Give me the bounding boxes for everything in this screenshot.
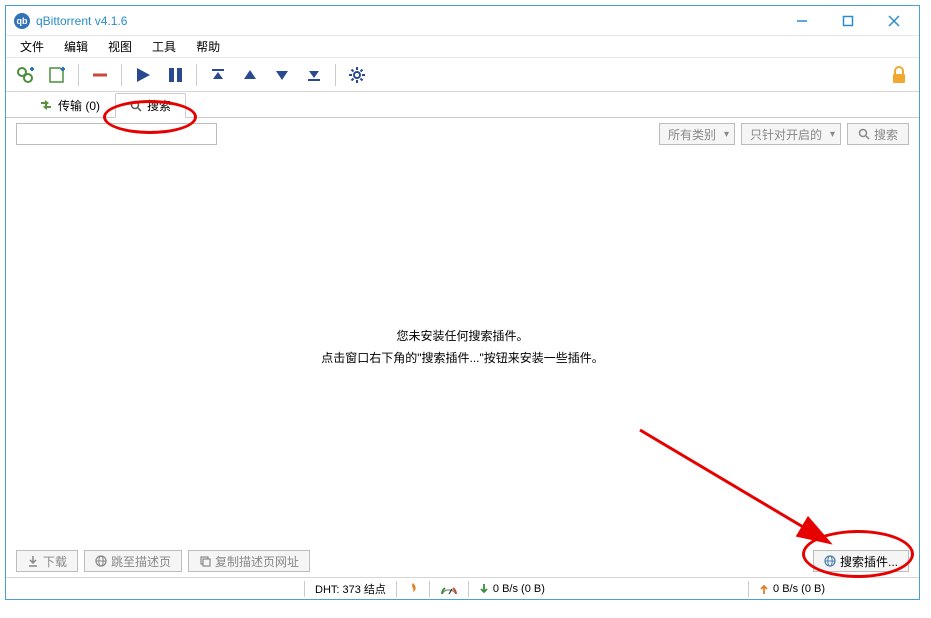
menu-tools[interactable]: 工具: [142, 36, 186, 57]
toolbar-separator: [121, 64, 122, 86]
copy-desc-url-label: 复制描述页网址: [215, 553, 299, 570]
settings-button[interactable]: [344, 62, 370, 88]
tabbar: 传输 (0) 搜索: [6, 92, 919, 118]
menu-edit[interactable]: 编辑: [54, 36, 98, 57]
transfer-icon: [39, 99, 53, 111]
download-label: 下载: [43, 553, 67, 570]
upload-arrow-icon: [759, 583, 769, 595]
category-value: 所有类别: [668, 126, 716, 143]
search-row: 所有类别 只针对开启的 搜索: [6, 118, 919, 150]
window-controls: [779, 6, 917, 36]
move-down-button[interactable]: [269, 62, 295, 88]
goto-description-button[interactable]: 跳至描述页: [84, 550, 182, 572]
tab-transfer-label: 传输 (0): [58, 97, 100, 114]
add-torrent-button[interactable]: [44, 62, 70, 88]
titlebar: qb qBittorrent v4.1.6: [6, 6, 919, 36]
download-speed-text: 0 B/s (0 B): [493, 583, 545, 595]
window-title: qBittorrent v4.1.6: [36, 14, 779, 28]
menubar: 文件 编辑 视图 工具 帮助: [6, 36, 919, 58]
copy-description-url-button[interactable]: 复制描述页网址: [188, 550, 310, 572]
app-icon: qb: [14, 13, 30, 29]
move-top-button[interactable]: [205, 62, 231, 88]
empty-message: 您未安装任何搜索插件。 点击窗口右下角的"搜索插件..."按钮来安装一些插件。: [321, 326, 604, 369]
close-button[interactable]: [871, 6, 917, 36]
gauge-icon: [440, 583, 458, 595]
statusbar: DHT: 373 结点 0 B/s (0 B) 0 B/s (0 B): [6, 577, 919, 599]
minimize-button[interactable]: [779, 6, 825, 36]
menu-view[interactable]: 视图: [98, 36, 142, 57]
status-dht[interactable]: DHT: 373 结点: [307, 579, 394, 599]
search-icon: [130, 100, 142, 112]
dht-text: DHT: 373 结点: [315, 581, 386, 597]
empty-line1: 您未安装任何搜索插件。: [321, 326, 604, 348]
download-button[interactable]: 下载: [16, 550, 78, 572]
status-speed-limits[interactable]: [432, 579, 466, 599]
menu-help[interactable]: 帮助: [186, 36, 230, 57]
toolbar-separator: [196, 64, 197, 86]
status-upload[interactable]: 0 B/s (0 B): [751, 579, 833, 599]
search-plugins-button[interactable]: 搜索插件...: [813, 550, 909, 572]
menu-file[interactable]: 文件: [10, 36, 54, 57]
toolbar: [6, 58, 919, 92]
download-arrow-icon: [479, 583, 489, 595]
empty-line2: 点击窗口右下角的"搜索插件..."按钮来安装一些插件。: [321, 348, 604, 370]
tab-search-label: 搜索: [147, 97, 171, 114]
search-button[interactable]: 搜索: [847, 123, 909, 145]
search-plugins-label: 搜索插件...: [840, 553, 898, 570]
upload-speed-text: 0 B/s (0 B): [773, 583, 825, 595]
toolbar-separator: [78, 64, 79, 86]
bottom-row: 下载 跳至描述页 复制描述页网址 搜索插件...: [6, 545, 919, 577]
move-up-button[interactable]: [237, 62, 263, 88]
add-link-button[interactable]: [12, 62, 38, 88]
move-bottom-button[interactable]: [301, 62, 327, 88]
status-download[interactable]: 0 B/s (0 B): [471, 579, 553, 599]
scope-dropdown[interactable]: 只针对开启的: [741, 123, 841, 145]
flame-icon: [407, 582, 419, 596]
tab-search[interactable]: 搜索: [115, 93, 186, 118]
search-button-label: 搜索: [874, 126, 898, 143]
pause-button[interactable]: [162, 62, 188, 88]
lock-icon[interactable]: [891, 66, 907, 84]
remove-button[interactable]: [87, 62, 113, 88]
application-window: qb qBittorrent v4.1.6 文件 编辑 视图 工具 帮助: [5, 5, 920, 600]
search-input[interactable]: [16, 123, 217, 145]
status-firewall[interactable]: [399, 579, 427, 599]
content-area: 您未安装任何搜索插件。 点击窗口右下角的"搜索插件..."按钮来安装一些插件。: [16, 150, 909, 545]
resume-button[interactable]: [130, 62, 156, 88]
toolbar-separator: [335, 64, 336, 86]
search-input-wrap: [16, 123, 653, 145]
maximize-button[interactable]: [825, 6, 871, 36]
goto-desc-label: 跳至描述页: [111, 553, 171, 570]
category-dropdown[interactable]: 所有类别: [659, 123, 735, 145]
scope-value: 只针对开启的: [750, 126, 822, 143]
tab-transfer[interactable]: 传输 (0): [24, 92, 115, 117]
